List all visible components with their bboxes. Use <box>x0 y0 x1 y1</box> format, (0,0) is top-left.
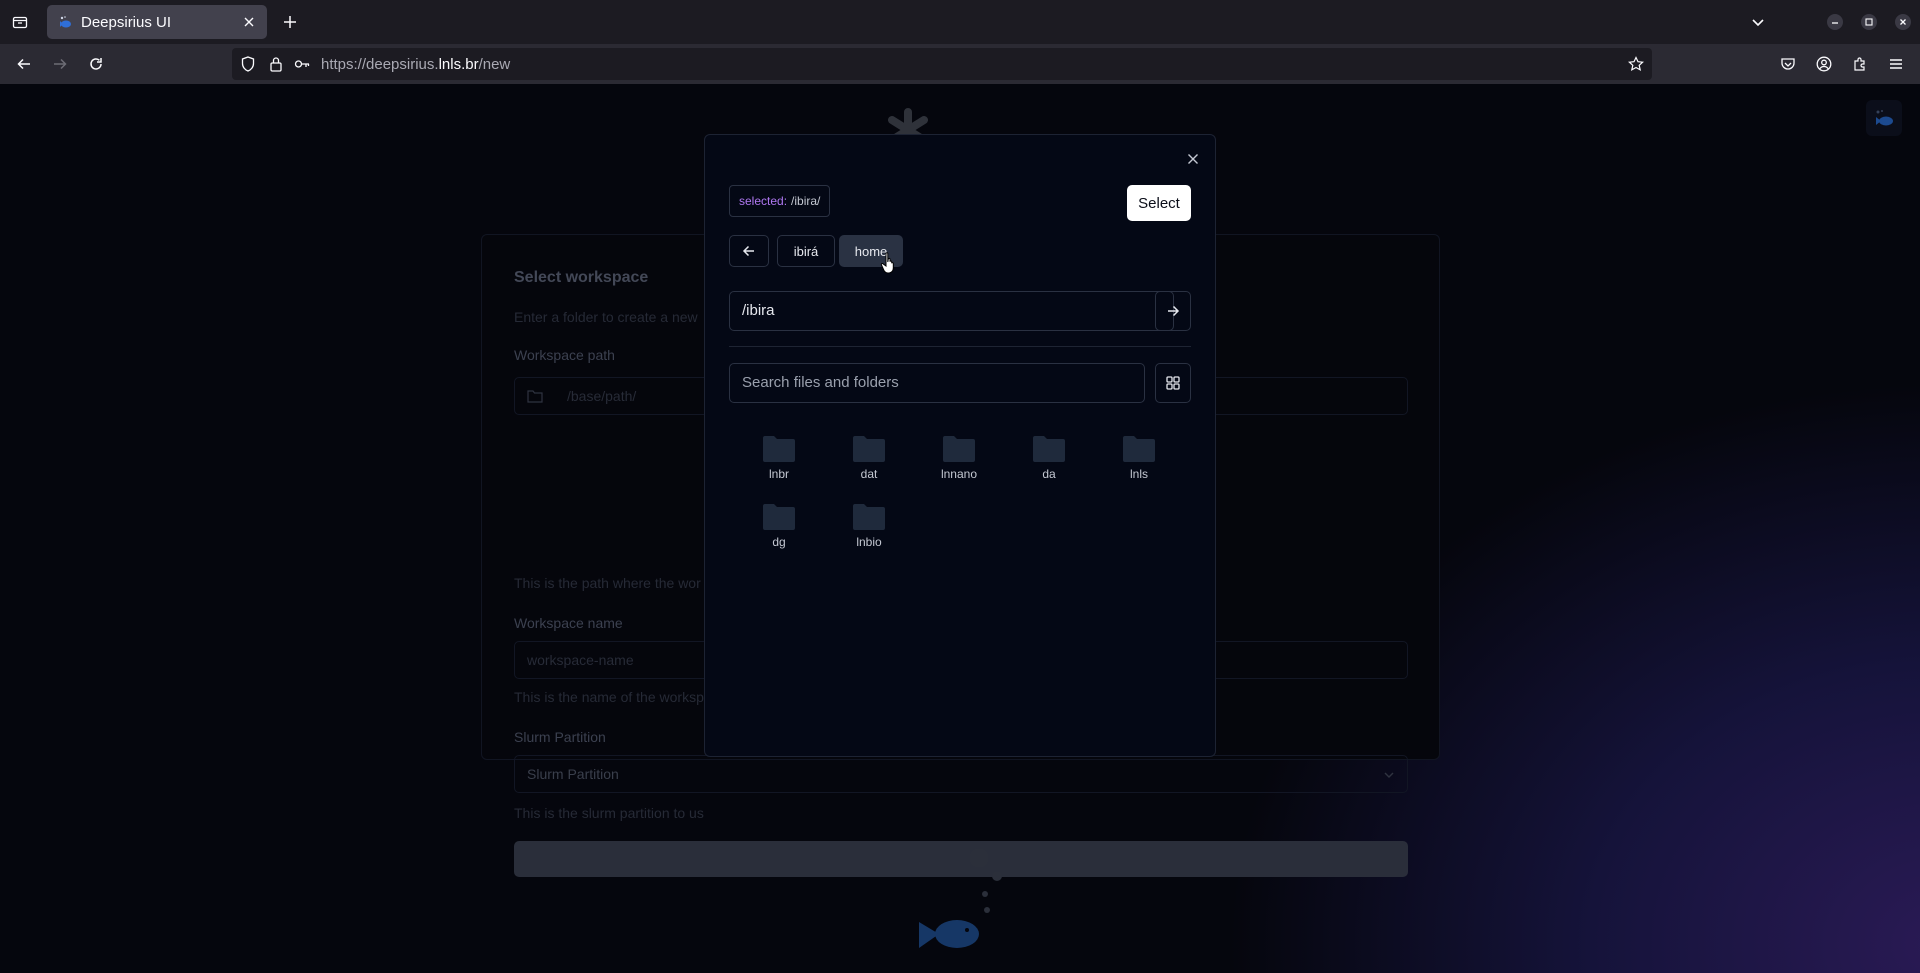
folder-item-lnls[interactable]: lnls <box>1104 435 1174 491</box>
chevron-down-icon <box>1383 768 1395 784</box>
folder-icon <box>763 436 795 462</box>
close-window-icon[interactable] <box>1891 10 1915 34</box>
shield-icon[interactable] <box>240 56 256 72</box>
browser-tab-active[interactable]: Deepsirius UI <box>47 5 267 39</box>
account-icon[interactable] <box>1812 52 1836 76</box>
folder-icon <box>763 504 795 530</box>
arrow-right-icon <box>1168 305 1180 317</box>
new-tab-icon[interactable] <box>278 10 302 34</box>
grid-view-toggle[interactable] <box>1155 363 1191 403</box>
minimize-icon[interactable] <box>1823 10 1847 34</box>
go-to-path-button[interactable] <box>1155 291 1191 331</box>
selected-value: /ibira/ <box>791 194 821 208</box>
grid-icon <box>1166 376 1180 390</box>
folder-name: lnbio <box>856 535 882 549</box>
reload-icon[interactable] <box>84 52 108 76</box>
folder-icon <box>853 436 885 462</box>
workspace-name-label: Workspace name <box>514 615 623 631</box>
folder-icon <box>943 436 975 462</box>
divider <box>729 346 1191 347</box>
path-help-text: This is the path where the wor <box>514 575 701 591</box>
selected-path-badge: selected: /ibira/ <box>729 185 831 217</box>
key-icon[interactable] <box>294 56 310 72</box>
breadcrumb-back-button[interactable] <box>729 235 769 267</box>
form-title: Select workspace <box>514 269 649 286</box>
folder-icon <box>853 504 885 530</box>
tab-title: Deepsirius UI <box>81 13 172 31</box>
slurm-partition-label: Slurm Partition <box>514 729 606 745</box>
menu-hamburger-icon[interactable] <box>1884 52 1908 76</box>
arrow-left-icon <box>742 245 754 257</box>
fish-bubbles-illustration-icon <box>919 848 1002 948</box>
browser-tabbar: Deepsirius UI <box>0 0 1920 44</box>
slurm-partition-select[interactable]: Slurm Partition <box>514 755 1408 793</box>
lock-icon[interactable] <box>268 56 284 72</box>
close-icon[interactable] <box>1183 149 1203 169</box>
restore-icon[interactable] <box>1857 10 1881 34</box>
list-all-tabs-icon[interactable] <box>8 10 32 34</box>
hand-pointer-cursor-icon <box>880 252 894 274</box>
form-subtitle: Enter a folder to create a new <box>514 309 698 325</box>
folder-name: lnbr <box>768 467 789 481</box>
folder-name: dat <box>860 467 878 481</box>
url-text: https://deepsirius.lnls.br/new <box>321 56 511 73</box>
breadcrumb-ibira[interactable]: ibirá <box>777 235 835 267</box>
folder-icon <box>1033 436 1065 462</box>
folder-icon <box>1123 436 1155 462</box>
corner-fish-logo-icon[interactable] <box>1866 100 1902 136</box>
back-arrow-icon[interactable] <box>12 52 36 76</box>
folder-picker-dialog: selected: /ibira/ Select ibirá home /ibi… <box>704 134 1216 757</box>
fish-favicon-icon <box>57 14 73 30</box>
browser-navbar: https://deepsirius.lnls.br/new <box>0 44 1920 84</box>
selected-key: selected: <box>739 194 788 208</box>
select-button[interactable]: Select <box>1127 185 1191 221</box>
pocket-icon[interactable] <box>1776 52 1800 76</box>
name-help-text: This is the name of the worksp <box>514 689 704 705</box>
folder-item-lnnano[interactable]: lnnano <box>924 435 994 491</box>
folder-item-lnbio[interactable]: lnbio <box>834 503 904 559</box>
bookmark-star-icon[interactable] <box>1628 56 1644 72</box>
folder-item-dg[interactable]: dg <box>744 503 814 559</box>
path-input[interactable]: /ibira <box>729 291 1174 331</box>
folder-name: lnnano <box>940 467 978 481</box>
folder-name: da <box>1042 467 1056 481</box>
folder-name: lnls <box>1129 467 1148 481</box>
folder-name: dg <box>772 535 786 549</box>
address-bar[interactable]: https://deepsirius.lnls.br/new <box>232 48 1652 80</box>
forward-arrow-icon[interactable] <box>48 52 72 76</box>
tab-close-icon[interactable] <box>241 14 257 30</box>
folder-item-da[interactable]: da <box>1014 435 1084 491</box>
extensions-icon[interactable] <box>1848 52 1872 76</box>
workspace-path-label: Workspace path <box>514 347 615 363</box>
folder-item-lnbr[interactable]: lnbr <box>744 435 814 491</box>
folder-icon <box>527 389 543 406</box>
search-files-input[interactable]: Search files and folders <box>729 363 1145 403</box>
tab-overflow-chevron-down-icon[interactable] <box>1746 10 1770 34</box>
folder-item-dat[interactable]: dat <box>834 435 904 491</box>
partition-help-text: This is the slurm partition to us <box>514 805 704 821</box>
